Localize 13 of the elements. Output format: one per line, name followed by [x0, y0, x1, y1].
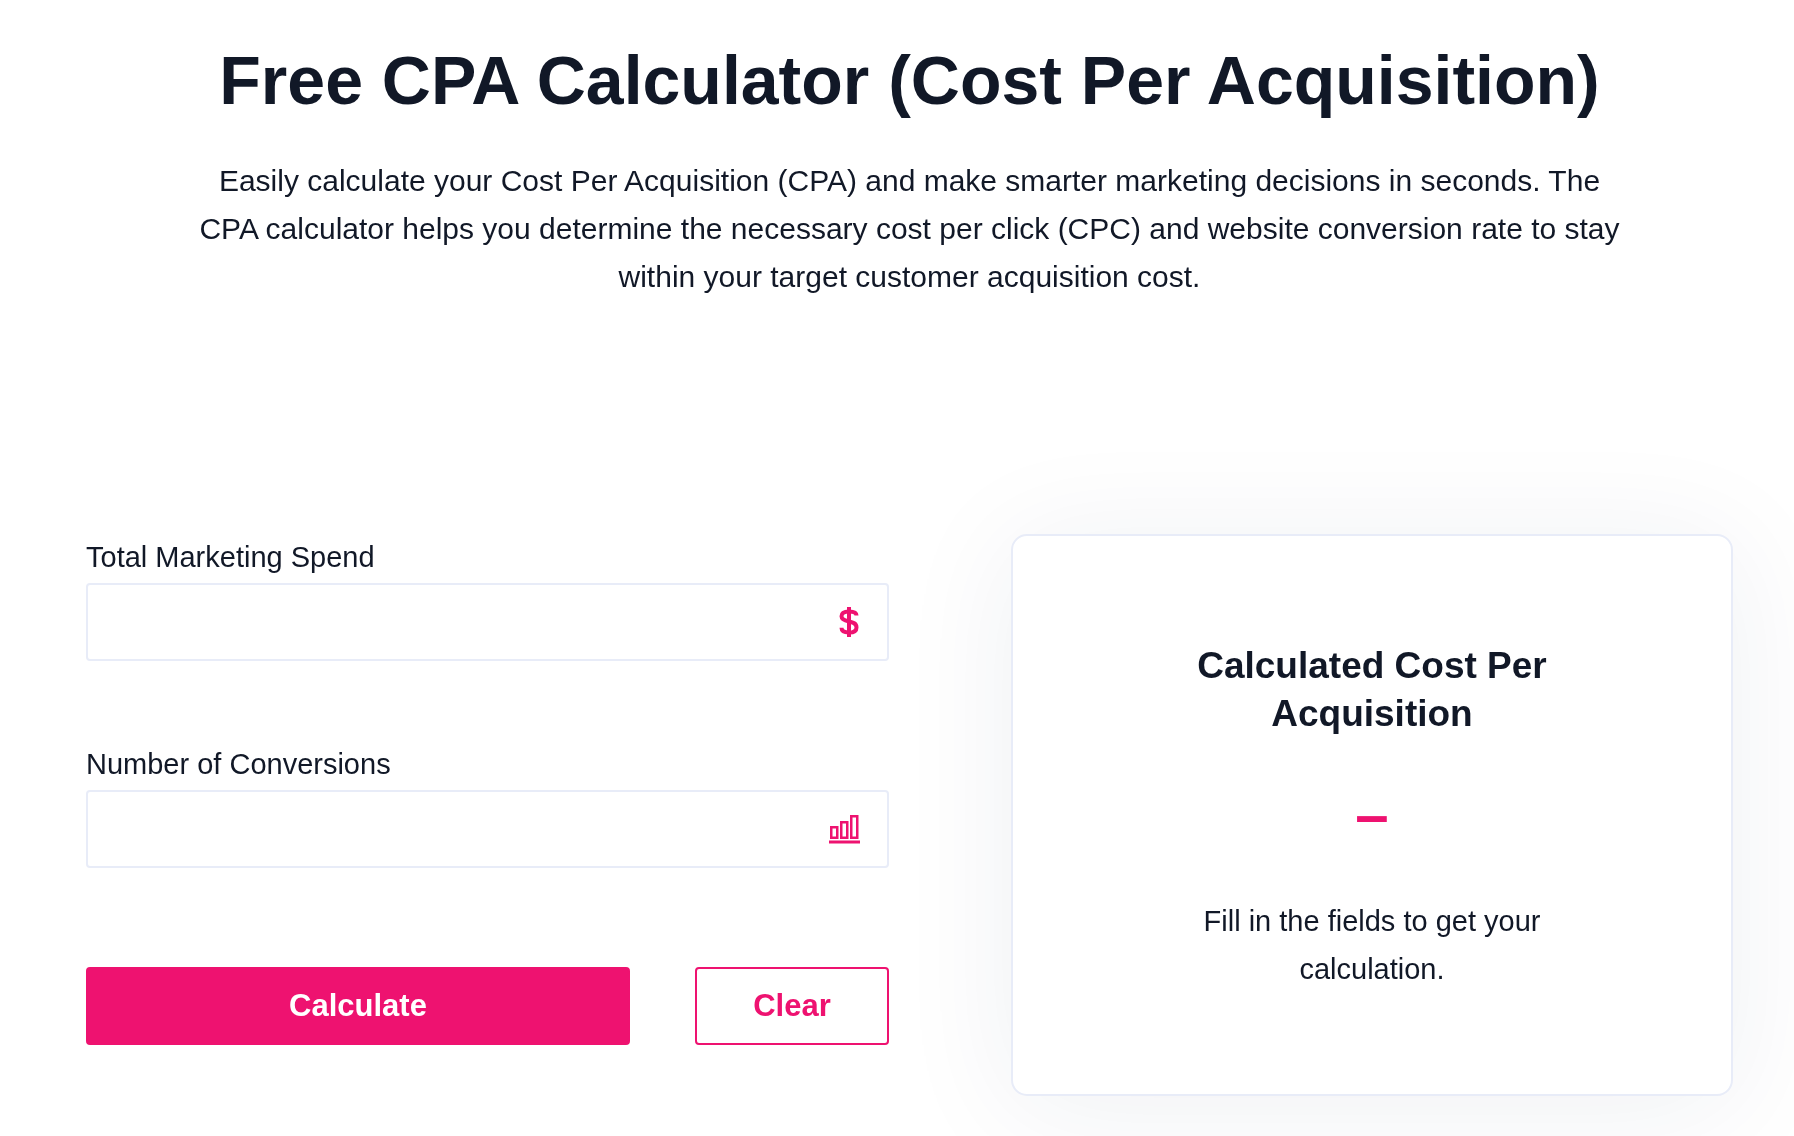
clear-button[interactable]: Clear [695, 967, 889, 1045]
result-title: Calculated Cost Per Acquisition [1196, 644, 1548, 736]
result-hint: Fill in the fields to get your calculation. [1202, 904, 1542, 987]
input-field[interactable] [86, 583, 889, 661]
bar-chart-icon [829, 814, 860, 844]
field-label: Total Marketing Spend [86, 540, 375, 575]
dollar-icon [838, 606, 860, 638]
input-field[interactable] [86, 790, 889, 868]
field-label: Number of Conversions [86, 747, 391, 782]
calculate-button[interactable]: Calculate [86, 967, 630, 1045]
result-value: – [1355, 785, 1389, 845]
page-title: Free CPA Calculator (Cost Per Acquisition) [218, 41, 1601, 120]
description-paragraph: Easily calculate your Cost Per Acquisition (CPA) and make smarter marketing decisions in seconds. The CPA calculator helps you determine the necessary cost per click (CPC) and website conversion rate to stay within your target customer acquisition cost. [198, 163, 1621, 295]
